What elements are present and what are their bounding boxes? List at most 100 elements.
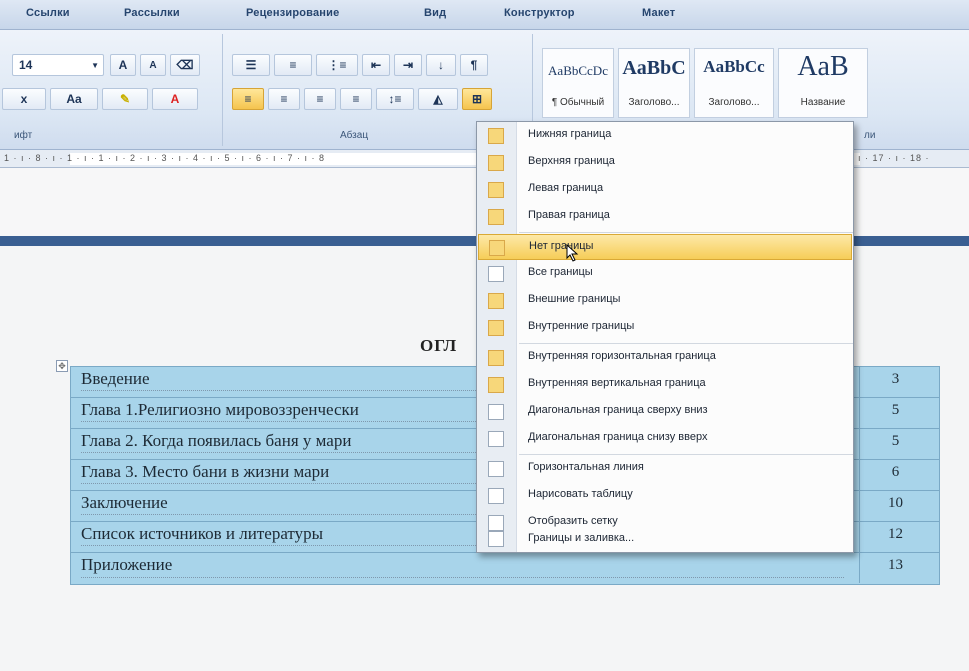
- toc-page-cell[interactable]: 5: [859, 398, 931, 428]
- align-center-button[interactable]: ≡: [268, 88, 300, 110]
- highlighter-icon: ✎: [119, 92, 131, 106]
- ribbon-tab-bar: Ссылки Рассылки Рецензирование Вид Конст…: [0, 0, 969, 30]
- shrink-font-button[interactable]: A: [140, 54, 166, 76]
- borders-shading-icon: [488, 531, 504, 547]
- decrease-indent-button[interactable]: ⇤: [362, 54, 390, 76]
- toc-page-cell[interactable]: 5: [859, 429, 931, 459]
- tab-mailings[interactable]: Рассылки: [124, 7, 180, 19]
- table-row[interactable]: Приложение 13: [71, 553, 939, 584]
- menu-item-inside-borders[interactable]: Внутренние границы: [478, 315, 852, 341]
- show-formatting-marks-button[interactable]: ¶: [460, 54, 488, 76]
- inside-horizontal-border-icon: [488, 350, 504, 366]
- clear-format-icon: ⌫: [176, 58, 194, 72]
- highlight-color-button[interactable]: ✎: [102, 88, 148, 110]
- subscript-label: x: [20, 92, 28, 106]
- menu-item-right-border[interactable]: Правая граница: [478, 204, 852, 230]
- borders-button[interactable]: ⊞: [462, 88, 492, 110]
- menu-item-label: Границы и заливка...: [528, 532, 635, 544]
- menu-item-draw-table[interactable]: Нарисовать таблицу: [478, 483, 852, 509]
- style-sample: AaBbCc: [703, 57, 765, 76]
- menu-divider: [519, 232, 853, 233]
- menu-item-top-border[interactable]: Верхняя граница: [478, 150, 852, 176]
- font-size-value: 14: [19, 58, 33, 72]
- style-normal[interactable]: AaBbCcDc ¶ Обычный: [542, 48, 614, 118]
- toc-page-cell[interactable]: 12: [859, 522, 931, 552]
- diagonal-down-border-icon: [488, 404, 504, 420]
- tab-layout[interactable]: Макет: [642, 7, 675, 19]
- subscript-button[interactable]: x: [2, 88, 46, 110]
- align-center-icon: ≡: [280, 92, 288, 106]
- menu-item-bottom-border[interactable]: Нижняя граница: [478, 123, 852, 149]
- menu-item-label: Отобразить сетку: [528, 515, 618, 527]
- change-case-label: Aa: [66, 92, 82, 106]
- shading-button[interactable]: ◭: [418, 88, 458, 110]
- toc-page-number: 5: [891, 402, 900, 418]
- leader-dots: [81, 577, 844, 578]
- toc-page-cell[interactable]: 10: [859, 491, 931, 521]
- toc-page-number: 6: [891, 464, 900, 480]
- outside-borders-icon: [488, 293, 504, 309]
- toc-page-cell[interactable]: 13: [859, 553, 931, 583]
- toc-page-number: 10: [888, 495, 903, 511]
- toc-entry-title: Глава 1.Религиозно мировоззренчески: [81, 400, 359, 419]
- table-move-handle-icon[interactable]: ✥: [56, 360, 68, 372]
- left-border-icon: [488, 182, 504, 198]
- tab-references[interactable]: Ссылки: [26, 7, 70, 19]
- menu-item-no-border[interactable]: Нет границы: [478, 234, 852, 260]
- toc-entry-title: Список источников и литературы: [81, 524, 324, 543]
- diagonal-up-border-icon: [488, 431, 504, 447]
- style-title[interactable]: AaB Название: [778, 48, 868, 118]
- styles-group-label: ли: [864, 130, 876, 141]
- clear-formatting-button[interactable]: ⌫: [170, 54, 200, 76]
- borders-dropdown-menu: Нижняя граница Верхняя граница Левая гра…: [476, 121, 854, 553]
- grow-font-button[interactable]: A: [110, 54, 136, 76]
- numbering-button[interactable]: ≡: [274, 54, 312, 76]
- menu-item-borders-shading[interactable]: Границы и заливка...: [478, 527, 852, 552]
- toc-page-number: 13: [888, 557, 903, 573]
- menu-item-label: Внешние границы: [528, 293, 621, 305]
- all-borders-icon: [488, 266, 504, 282]
- sort-icon: ↓: [438, 58, 444, 72]
- style-heading-2[interactable]: AaBbCc Заголово...: [694, 48, 774, 118]
- line-spacing-button[interactable]: ↕≡: [376, 88, 414, 110]
- style-heading-1[interactable]: AaBbC Заголово...: [618, 48, 690, 118]
- menu-item-label: Внутренняя горизонтальная граница: [528, 350, 716, 362]
- increase-indent-button[interactable]: ⇥: [394, 54, 422, 76]
- font-color-button[interactable]: A: [152, 88, 198, 110]
- toc-page-cell[interactable]: 3: [859, 367, 931, 397]
- group-divider: [222, 34, 223, 146]
- menu-item-left-border[interactable]: Левая граница: [478, 177, 852, 203]
- menu-item-outside-borders[interactable]: Внешние границы: [478, 288, 852, 314]
- tab-design[interactable]: Конструктор: [504, 7, 575, 19]
- menu-item-diagonal-down[interactable]: Диагональная граница сверху вниз: [478, 399, 852, 425]
- bullets-button[interactable]: ☰: [232, 54, 270, 76]
- toc-page-cell[interactable]: 6: [859, 460, 931, 490]
- tab-review[interactable]: Рецензирование: [246, 7, 339, 19]
- justify-button[interactable]: ≡: [340, 88, 372, 110]
- font-size-field[interactable]: 14 ▼: [12, 54, 104, 76]
- menu-divider: [519, 343, 853, 344]
- style-sample: AaBbC: [622, 57, 686, 79]
- ruler-numbers-right: ı · 17 · ı · 18 ·: [858, 153, 930, 163]
- menu-item-label: Все границы: [528, 266, 593, 278]
- menu-item-horizontal-line[interactable]: Горизонтальная линия: [478, 456, 852, 482]
- horizontal-line-icon: [488, 461, 504, 477]
- change-case-button[interactable]: Aa: [50, 88, 98, 110]
- borders-icon: ⊞: [471, 92, 483, 106]
- align-left-button[interactable]: ≡: [232, 88, 264, 110]
- menu-item-diagonal-up[interactable]: Диагональная граница снизу вверх: [478, 426, 852, 452]
- menu-item-all-borders[interactable]: Все границы: [478, 261, 852, 287]
- sort-button[interactable]: ↓: [426, 54, 456, 76]
- menu-item-inside-horizontal[interactable]: Внутренняя горизонтальная граница: [478, 345, 852, 371]
- multilevel-list-button[interactable]: ⋮≡: [316, 54, 358, 76]
- inside-vertical-border-icon: [488, 377, 504, 393]
- tab-view[interactable]: Вид: [424, 7, 446, 19]
- menu-item-label: Внутренняя вертикальная граница: [528, 377, 706, 389]
- menu-item-inside-vertical[interactable]: Внутренняя вертикальная граница: [478, 372, 852, 398]
- inside-borders-icon: [488, 320, 504, 336]
- toc-entry-title: Глава 3. Место бани в жизни мари: [81, 462, 330, 481]
- font-color-icon: A: [170, 92, 180, 106]
- line-spacing-icon: ↕≡: [388, 92, 402, 106]
- align-right-button[interactable]: ≡: [304, 88, 336, 110]
- menu-item-label: Горизонтальная линия: [528, 461, 644, 473]
